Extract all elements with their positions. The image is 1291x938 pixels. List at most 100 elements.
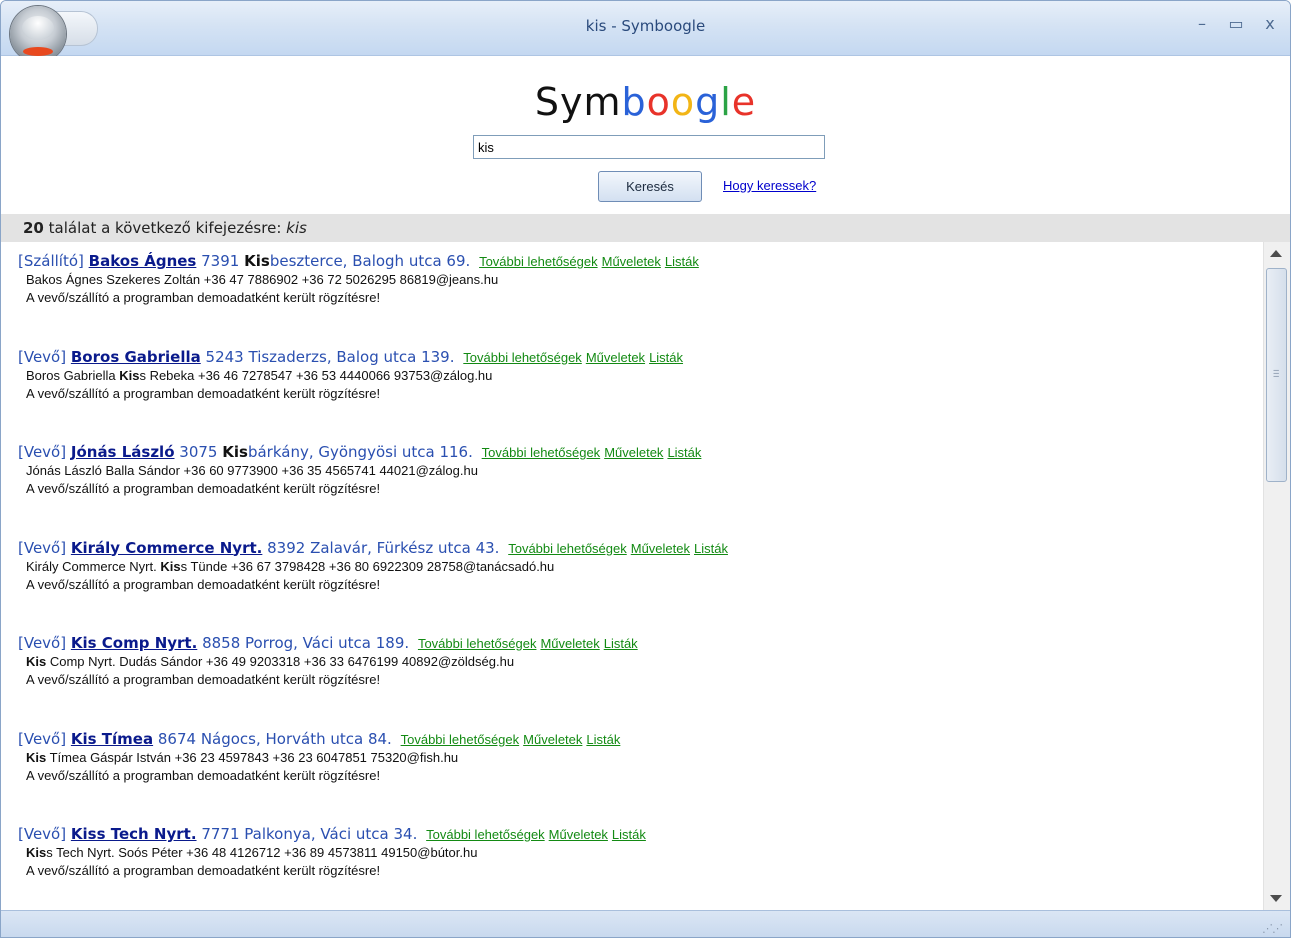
lists-link[interactable]: Listák [694,541,728,556]
search-header: Symboogle Keresés Hogy keressek? [1,56,1290,214]
result-note: A vevő/szállító a programban demoadatkén… [26,481,381,496]
search-button[interactable]: Keresés [598,171,702,202]
detail-highlight: Kis [119,367,140,383]
scroll-thumb[interactable]: ‒ ‒ ‒ [1266,268,1287,482]
result-note: A vevő/szállító a programban demoadatkén… [26,290,381,305]
actions-link[interactable]: Műveletek [631,541,690,556]
detail-highlight: Kis [26,654,47,669]
result-address: 3075 Kisbárkány, Gyöngyösi utca 116. [179,443,473,461]
detail-text: s Tünde +36 67 3798428 +36 80 6922309 28… [180,558,555,574]
address-text: 7391 [201,252,240,270]
status-bar: ⋰⋰ [1,910,1290,937]
results-term: kis [286,219,307,237]
actions-link[interactable]: Műveletek [586,350,645,365]
scroll-up-icon[interactable] [1270,250,1282,257]
address-rest: bárkány, Gyöngyösi utca 116. [247,443,473,461]
lists-link[interactable]: Listák [604,636,638,651]
resize-grip-icon[interactable]: ⋰⋰ [1262,922,1283,935]
result-address: 5243 Tiszaderzs, Balog utca 139. [206,348,455,366]
result-name-link[interactable]: Kis Comp Nyrt. [71,634,197,652]
result-note: A vevő/szállító a programban demoadatkén… [26,576,381,592]
result-type: [Vevő] [18,443,67,461]
more-options-link[interactable]: További lehetőségek [463,350,582,365]
result-details: Kiss Tech Nyrt. Soós Péter +36 48 412671… [18,844,646,862]
detail-text: Jónás László Balla Sándor +36 60 9773900… [26,463,478,478]
result-item: [Szállító] Bakos Ágnes 7391 Kisbeszterce… [18,251,699,307]
more-options-link[interactable]: További lehetőségek [482,445,601,460]
address-text: 5243 Tiszaderzs, Balog utca 139. [205,347,455,366]
detail-text: s Tech Nyrt. Soós Péter +36 48 4126712 +… [46,845,478,860]
result-name-link[interactable]: Boros Gabriella [71,348,201,366]
results-count: 20 [23,219,44,237]
lists-link[interactable]: Listák [586,732,620,747]
result-address: 7391 Kisbeszterce, Balogh utca 69. [201,252,470,270]
actions-link[interactable]: Műveletek [523,732,582,747]
logo-letter: o [646,80,671,124]
address-text: 8674 Nágocs, Horváth utca 84. [157,729,392,748]
result-name-link[interactable]: Király Commerce Nyrt. [71,539,262,557]
lists-link[interactable]: Listák [665,254,699,269]
close-icon[interactable]: x [1259,13,1281,35]
more-options-link[interactable]: További lehetőségek [508,541,627,556]
result-name-link[interactable]: Kis Tímea [71,730,153,748]
result-address: 8392 Zalavár, Fürkész utca 43. [267,539,499,557]
detail-text: s Rebeka +36 46 7278547 +36 53 4440066 9… [139,367,493,383]
result-item: [Vevő] Jónás László 3075 Kisbárkány, Gyö… [18,442,701,498]
search-input[interactable] [473,135,825,159]
lists-link[interactable]: Listák [649,350,683,365]
symboogle-logo: Symboogle [1,80,1290,124]
result-item: [Vevő] Boros Gabriella 5243 Tiszaderzs, … [18,347,683,403]
detail-highlight: Kis [26,749,47,765]
result-details: Kis Comp Nyrt. Dudás Sándor +36 49 92033… [18,653,638,671]
result-type: [Vevő] [18,347,67,366]
detail-text: Comp Nyrt. Dudás Sándor +36 49 9203318 +… [46,654,515,669]
result-note: A vevő/szállító a programban demoadatkén… [26,385,381,401]
logo-letter: g [695,80,721,124]
window-title: kis - Symboogle [585,17,706,35]
result-item: [Vevő] Király Commerce Nyrt. 8392 Zalavá… [18,538,728,594]
app-window: kis - Symboogle – ▭ x Symboogle Keresés … [0,0,1291,938]
result-name-link[interactable]: Kiss Tech Nyrt. [71,825,197,843]
result-note: A vevő/szállító a programban demoadatkén… [26,767,381,783]
actions-link[interactable]: Műveletek [604,445,663,460]
result-type: [Vevő] [18,825,67,843]
help-link[interactable]: Hogy keressek? [723,178,816,193]
more-options-link[interactable]: További lehetőségek [479,254,598,269]
result-name-link[interactable]: Jónás László [71,443,175,461]
detail-highlight: Kis [160,558,181,574]
result-type: [Vevő] [18,729,67,748]
result-note: A vevő/szállító a programban demoadatkén… [26,672,381,687]
result-type: [Vevő] [18,634,67,652]
actions-link[interactable]: Műveletek [549,827,608,842]
grip-icon: ‒ ‒ ‒ [1273,365,1280,382]
detail-text: Tímea Gáspár István +36 23 4597843 +36 2… [46,749,459,765]
results-list: [Szállító] Bakos Ágnes 7391 Kisbeszterce… [1,242,1263,910]
maximize-icon[interactable]: ▭ [1225,13,1247,35]
results-summary: 20 találat a következő kifejezésre: kis [1,214,1290,242]
address-highlight: Kis [244,252,270,270]
vertical-scrollbar[interactable]: ‒ ‒ ‒ [1263,242,1290,910]
result-item: [Vevő] Kiss Tech Nyrt. 7771 Palkonya, Vá… [18,824,646,880]
address-text: 3075 [179,443,218,461]
result-name-link[interactable]: Bakos Ágnes [89,252,197,270]
results-summary-text: találat a következő kifejezésre: [48,219,282,237]
more-options-link[interactable]: További lehetőségek [426,827,545,842]
result-type: [Szállító] [18,252,84,270]
detail-prefix: Boros Gabriella [26,367,120,383]
detail-highlight: Kis [26,845,47,860]
scroll-down-icon[interactable] [1270,895,1282,902]
result-details: Király Commerce Nyrt. Kiss Tünde +36 67 … [18,558,728,576]
result-address: 7771 Palkonya, Váci utca 34. [201,825,417,843]
address-text: 7771 Palkonya, Váci utca 34. [201,825,418,843]
address-highlight: Kis [222,443,248,461]
result-address: 8674 Nágocs, Horváth utca 84. [158,730,392,748]
title-bar: kis - Symboogle – ▭ x [1,1,1290,62]
more-options-link[interactable]: További lehetőségek [418,636,537,651]
minimize-icon[interactable]: – [1191,13,1213,35]
result-note: A vevő/szállító a programban demoadatkén… [26,863,381,878]
more-options-link[interactable]: További lehetőségek [401,732,520,747]
lists-link[interactable]: Listák [612,827,646,842]
actions-link[interactable]: Műveletek [540,636,599,651]
lists-link[interactable]: Listák [667,445,701,460]
actions-link[interactable]: Műveletek [602,254,661,269]
